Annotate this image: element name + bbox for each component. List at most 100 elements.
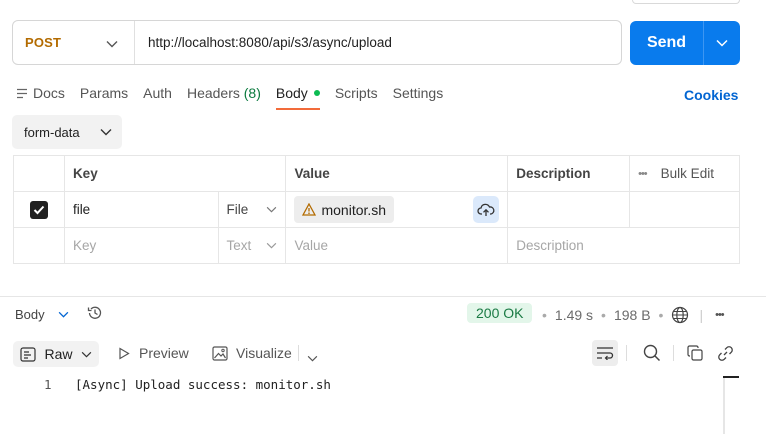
form-data-table: Key Value Description ••• Bulk Edit file… xyxy=(13,155,740,264)
response-meta: • 1.49 s • 198 B • | ••• xyxy=(542,306,732,324)
toolbar-separator xyxy=(626,345,627,361)
tab-auth[interactable]: Auth xyxy=(143,85,172,101)
method-label: POST xyxy=(25,35,62,50)
body-mode-label: form-data xyxy=(24,124,80,140)
request-url-bar: POST http://localhost:8080/api/s3/async/… xyxy=(12,20,622,65)
warning-icon xyxy=(302,203,317,216)
type-label: Text xyxy=(226,238,252,253)
key-input[interactable]: Key xyxy=(63,227,219,264)
response-body-label: Body xyxy=(15,306,45,322)
chevron-down-icon xyxy=(267,206,277,213)
docs-icon xyxy=(17,88,27,98)
tab-docs-label: Docs xyxy=(33,85,65,101)
header-value: Value xyxy=(285,155,509,192)
tab-body-label: Body xyxy=(275,85,308,101)
toolbar-separator xyxy=(298,345,299,361)
visualize-button[interactable]: Visualize xyxy=(212,345,292,361)
check-icon xyxy=(33,205,45,214)
upload-cloud-button[interactable] xyxy=(473,196,500,223)
chevron-down-icon xyxy=(267,242,277,249)
row-type-label: File xyxy=(226,202,249,217)
image-icon xyxy=(212,345,228,361)
separator-dot: • xyxy=(601,307,606,324)
response-header: Body xyxy=(15,304,104,324)
history-icon[interactable] xyxy=(86,304,104,325)
row-actions-cell xyxy=(629,191,740,228)
copy-button[interactable] xyxy=(682,340,708,366)
header-description: Description xyxy=(507,155,631,192)
response-size[interactable]: 198 B xyxy=(614,307,651,323)
row-description[interactable] xyxy=(507,191,631,228)
response-code-line: 1 [Async] Upload success: monitor.sh xyxy=(0,377,720,397)
row-key[interactable]: file xyxy=(63,191,219,228)
separator-dot: • xyxy=(542,307,547,324)
placeholder-checkbox-cell xyxy=(13,227,65,264)
tab-params[interactable]: Params xyxy=(80,85,128,101)
scrollbar-thumb[interactable] xyxy=(723,376,739,378)
chevron-down-icon xyxy=(58,311,68,318)
link-icon xyxy=(717,345,733,361)
globe-icon[interactable] xyxy=(671,306,689,324)
scrollbar-track[interactable] xyxy=(723,376,725,434)
more-options-icon[interactable]: ••• xyxy=(715,309,725,321)
value-input[interactable]: Value xyxy=(285,227,509,264)
raw-label: Raw xyxy=(44,346,73,362)
status-badge[interactable]: 200 OK xyxy=(467,303,533,323)
more-icon: ••• xyxy=(638,167,648,180)
code-text[interactable]: [Async] Upload success: monitor.sh xyxy=(75,377,331,392)
body-modified-dot xyxy=(313,90,320,97)
wrap-lines-icon xyxy=(597,347,614,360)
url-input[interactable]: http://localhost:8080/api/s3/async/uploa… xyxy=(135,35,392,50)
body-mode-select[interactable]: form-data xyxy=(12,115,122,149)
row-value-cell: monitor.sh xyxy=(285,191,509,228)
row-checkbox-cell[interactable] xyxy=(13,191,65,228)
cloud-upload-icon xyxy=(477,203,495,216)
tab-headers-label: Headers xyxy=(186,85,240,101)
raw-view-select[interactable]: Raw xyxy=(13,341,99,367)
response-body-select[interactable]: Body xyxy=(15,307,69,322)
type-select[interactable]: Text xyxy=(217,227,287,264)
request-tabs: Docs Params Auth Headers (8) Body Script… xyxy=(16,83,458,110)
chevron-down-icon xyxy=(307,355,318,362)
raw-text-icon xyxy=(20,346,36,362)
method-select[interactable]: POST xyxy=(13,21,135,64)
visualize-options-button[interactable] xyxy=(307,349,318,365)
bulk-edit-label: Bulk Edit xyxy=(660,166,714,181)
response-tools xyxy=(592,340,738,366)
send-options-button[interactable] xyxy=(704,21,740,65)
bulk-edit-button[interactable]: ••• Bulk Edit xyxy=(629,155,740,192)
description-input[interactable]: Description xyxy=(507,227,740,264)
response-time[interactable]: 1.49 s xyxy=(555,307,593,323)
preview-label: Preview xyxy=(139,345,189,361)
row-checkbox[interactable] xyxy=(29,200,48,219)
response-divider[interactable] xyxy=(0,296,766,297)
table-header-row: Key Value Description ••• Bulk Edit xyxy=(13,155,740,192)
preview-button[interactable]: Preview xyxy=(118,345,189,361)
chevron-down-icon xyxy=(716,39,728,47)
tab-settings[interactable]: Settings xyxy=(393,85,444,101)
link-button[interactable] xyxy=(712,340,738,366)
copy-icon xyxy=(687,345,703,361)
search-icon xyxy=(643,344,661,362)
play-icon xyxy=(119,346,130,360)
send-button[interactable]: Send xyxy=(630,34,703,52)
file-name: monitor.sh xyxy=(321,201,387,218)
chevron-down-icon xyxy=(81,351,92,358)
toolbar-separator xyxy=(673,345,674,361)
header-select-cell xyxy=(13,155,65,192)
separator-dot: • xyxy=(658,307,664,324)
chevron-down-icon xyxy=(106,35,118,51)
tab-scripts[interactable]: Scripts xyxy=(335,85,378,101)
tab-headers[interactable]: Headers (8) xyxy=(187,85,261,101)
search-button[interactable] xyxy=(639,340,665,366)
chevron-down-icon xyxy=(100,129,112,136)
tab-docs[interactable]: Docs xyxy=(16,85,65,101)
tab-body[interactable]: Body xyxy=(275,85,320,110)
visualize-label: Visualize xyxy=(236,345,292,361)
row-type-select[interactable]: File xyxy=(217,191,287,228)
cookies-link[interactable]: Cookies xyxy=(684,87,738,103)
line-number: 1 xyxy=(44,377,52,392)
wrap-lines-button[interactable] xyxy=(592,340,618,366)
toolbar-edge xyxy=(632,0,740,4)
file-chip[interactable]: monitor.sh xyxy=(294,196,395,223)
